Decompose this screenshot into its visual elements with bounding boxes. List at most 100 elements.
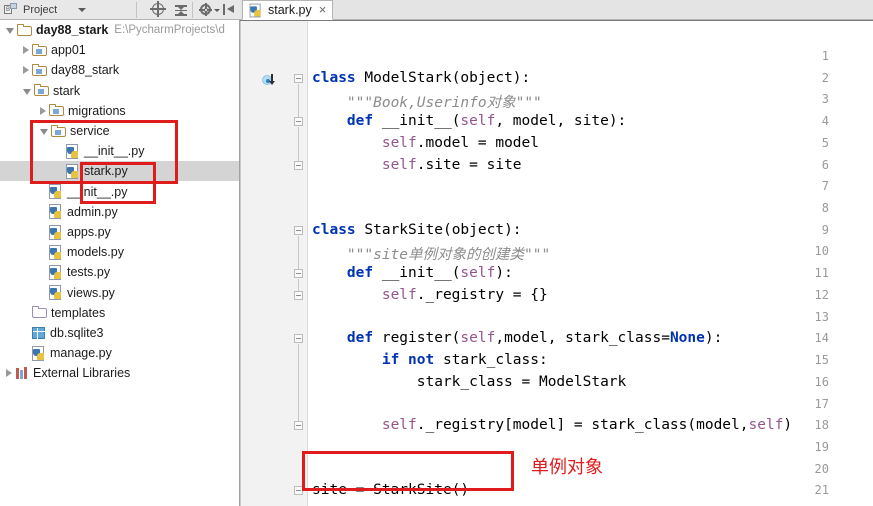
tree-item-templates[interactable]: templates: [0, 303, 239, 323]
code-line-6: self.site = site: [381, 156, 522, 173]
tab-label: stark.py: [268, 3, 312, 17]
close-icon[interactable]: ×: [319, 3, 327, 16]
collapse-arrow-icon[interactable]: [23, 88, 31, 95]
tree-item-label: service: [70, 124, 110, 138]
fold-toggle-icon[interactable]: [294, 290, 304, 301]
tree-item-stark[interactable]: stark: [0, 81, 239, 101]
python-file-icon: [249, 3, 263, 17]
tree-item-views-py[interactable]: views.py: [0, 283, 239, 303]
settings-gear-icon[interactable]: [199, 3, 214, 18]
tree-item-label: day88_stark: [36, 23, 109, 37]
tree-item-app01[interactable]: app01: [0, 40, 239, 60]
fold-connector: [298, 127, 299, 161]
code-line-10: """site单例对象的创建类""": [312, 247, 551, 264]
collapse-arrow-icon[interactable]: [6, 28, 14, 34]
tree-item-db-sqlite3[interactable]: db.sqlite3: [0, 323, 239, 343]
tree-item-external-libraries[interactable]: External Libraries: [0, 363, 239, 383]
tree-item-label: apps.py: [67, 225, 111, 239]
tree-item-label: day88_stark: [51, 63, 120, 78]
tree-item-label: templates: [51, 305, 106, 320]
project-tree-panel[interactable]: day88_stark E:\PycharmProjects\d app01 day8…: [0, 20, 240, 506]
code-line-14: def register(self,model, stark_class=Non…: [346, 330, 723, 347]
code-line-21: site = StarkSite(): [312, 482, 470, 499]
editor-scrollbar[interactable]: [861, 20, 873, 506]
tree-item-models-py[interactable]: models.py: [0, 242, 239, 262]
singleton-object-note: 单例对象: [531, 457, 603, 478]
tree-item-label: tests.py: [67, 265, 111, 280]
python-file-icon: [32, 345, 46, 361]
tree-item-apps-py[interactable]: apps.py: [0, 222, 239, 242]
python-file-icon: [49, 184, 63, 200]
module-folder-icon: [51, 124, 66, 138]
tree-item-day88-stark[interactable]: day88_stark: [0, 60, 239, 80]
fold-connector: [298, 235, 299, 270]
tree-item-migrations[interactable]: migrations: [0, 101, 239, 121]
tree-item-day88-stark[interactable]: day88_stark E:\PycharmProjects\d: [0, 20, 239, 40]
code-line-3: """Book,Userinfo对象""": [312, 95, 542, 112]
tree-item-label: app01: [51, 43, 86, 58]
code-line-2: class ModelStark(object):: [312, 69, 531, 86]
fold-toggle-icon[interactable]: [294, 269, 304, 279]
expand-arrow-icon[interactable]: [23, 66, 29, 75]
run-class-gutter-icon[interactable]: [262, 73, 278, 87]
fold-toggle-icon[interactable]: [294, 421, 304, 431]
module-folder-icon: [32, 63, 47, 77]
expand-arrow-icon[interactable]: [40, 106, 46, 115]
fold-toggle-icon[interactable]: [294, 486, 304, 496]
collapse-all-icon[interactable]: [174, 3, 189, 18]
tree-item-label: admin.py: [67, 204, 118, 219]
code-line-12: self._registry = {}: [381, 286, 548, 303]
toolbar-divider: [136, 2, 137, 18]
tree-item-label: stark: [53, 83, 81, 98]
tree-item-label: manage.py: [50, 346, 112, 361]
database-file-icon: [32, 326, 46, 340]
fold-toggle-icon[interactable]: [294, 160, 304, 171]
python-file-icon: [49, 224, 63, 240]
python-file-icon: [49, 204, 63, 220]
tree-item-stark-py[interactable]: stark.py: [0, 161, 239, 182]
editor-top-border: [240, 20, 873, 21]
fold-toggle-icon[interactable]: [294, 117, 304, 127]
code-text[interactable]: class ModelStark(object): """Book,Userin…: [308, 20, 873, 506]
tree-item-label: models.py: [67, 245, 124, 260]
code-editor[interactable]: 12345678910111213141516171819202122 clas…: [240, 20, 873, 506]
tree-item-label: views.py: [67, 285, 115, 300]
expand-arrow-icon[interactable]: [6, 369, 12, 378]
fold-connector: [298, 83, 299, 118]
tree-item--init-py[interactable]: __init__.py: [0, 182, 239, 202]
expand-arrow-icon[interactable]: [23, 46, 29, 55]
fold-toggle-icon[interactable]: [294, 225, 304, 236]
fold-toggle-icon[interactable]: [294, 334, 304, 344]
module-folder-icon: [49, 104, 64, 117]
project-path-label: E:\PycharmProjects\d: [114, 24, 225, 36]
tab-stark-py[interactable]: stark.py ×: [242, 0, 334, 20]
tree-item-tests-py[interactable]: tests.py: [0, 262, 239, 282]
main-body: day88_stark E:\PycharmProjects\d app01 day8…: [0, 20, 873, 506]
tree-item--init-py[interactable]: __init__.py: [0, 141, 239, 161]
tree-item-manage-py[interactable]: manage.py: [0, 343, 239, 363]
folder-icon: [17, 23, 32, 37]
hide-panel-icon[interactable]: [223, 3, 238, 18]
collapse-arrow-icon[interactable]: [40, 129, 48, 135]
tree-item-admin-py[interactable]: admin.py: [0, 202, 239, 222]
tree-item-label: __init__.py: [84, 144, 145, 159]
toolbar-divider-2: [192, 2, 193, 18]
code-line-16: stark_class = ModelStark: [312, 373, 627, 390]
pycharm-window: B Project stark.py × day88_stark E:\Pych…: [0, 0, 873, 506]
gear-chevron-down-icon[interactable]: [214, 9, 220, 12]
python-file-icon: [49, 244, 63, 260]
chevron-down-icon[interactable]: [78, 8, 86, 12]
locate-file-icon[interactable]: [150, 1, 167, 18]
code-line-18: self._registry[model] = stark_class(mode…: [381, 417, 793, 434]
project-tool-window-header: B Project: [0, 0, 240, 20]
tree-item-service[interactable]: service: [0, 121, 239, 141]
fold-toggle-icon[interactable]: [294, 73, 304, 84]
project-panel-title: Project: [23, 3, 58, 16]
fold-connector: [298, 279, 299, 291]
code-line-11: def __init__(self):: [346, 265, 513, 282]
